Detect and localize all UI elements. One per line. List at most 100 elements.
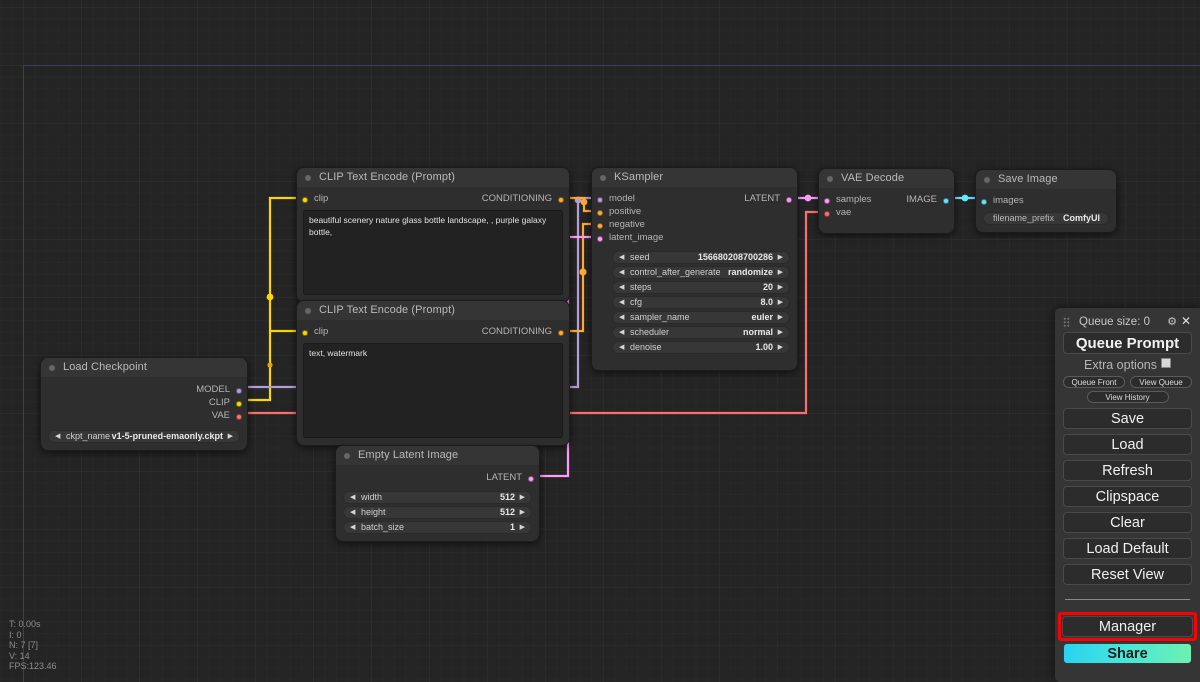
output-slot-image[interactable]: IMAGE xyxy=(906,193,954,206)
input-slot-positive[interactable]: positive xyxy=(592,205,797,218)
pin-latent[interactable] xyxy=(786,196,792,203)
view-queue-button[interactable]: View Queue xyxy=(1130,376,1192,388)
output-slot-vae[interactable]: VAE xyxy=(41,409,247,422)
pin-latent-image[interactable] xyxy=(597,235,603,242)
clipspace-button[interactable]: Clipspace xyxy=(1063,486,1192,507)
arrow-left-icon[interactable]: ◀ xyxy=(619,296,624,309)
load-button[interactable]: Load xyxy=(1063,434,1192,455)
widget-sampler-name[interactable]: ◀ sampler_name euler ▶ xyxy=(612,311,790,324)
share-button[interactable]: Share xyxy=(1063,643,1192,664)
pin-clip[interactable] xyxy=(236,400,242,407)
node-ksampler[interactable]: KSampler model LATENT positive negative … xyxy=(591,167,798,371)
arrow-left-icon[interactable]: ◀ xyxy=(350,506,355,519)
graph-canvas[interactable]: Load Checkpoint MODEL CLIP VAE ◀ ckpt_na… xyxy=(0,0,1200,682)
arrow-left-icon[interactable]: ◀ xyxy=(619,341,624,354)
widget-denoise[interactable]: ◀ denoise 1.00 ▶ xyxy=(612,341,790,354)
widget-cfg[interactable]: ◀ cfg 8.0 ▶ xyxy=(612,296,790,309)
arrow-left-icon[interactable]: ◀ xyxy=(350,521,355,534)
save-button[interactable]: Save xyxy=(1063,408,1192,429)
pin-vae[interactable] xyxy=(236,413,242,420)
input-slot-clip[interactable]: clip xyxy=(297,192,328,205)
arrow-left-icon[interactable]: ◀ xyxy=(619,266,624,279)
arrow-right-icon[interactable]: ▶ xyxy=(778,296,783,309)
output-slot-conditioning[interactable]: CONDITIONING xyxy=(482,325,569,338)
output-slot-latent[interactable]: LATENT xyxy=(336,471,539,484)
output-slot-conditioning[interactable]: CONDITIONING xyxy=(482,192,569,205)
arrow-left-icon[interactable]: ◀ xyxy=(619,311,624,324)
node-clip-text-encode-negative[interactable]: CLIP Text Encode (Prompt) clip CONDITION… xyxy=(296,300,570,446)
arrow-left-icon[interactable]: ◀ xyxy=(619,251,624,264)
node-title[interactable]: CLIP Text Encode (Prompt) xyxy=(297,301,569,320)
input-slot-negative[interactable]: negative xyxy=(592,218,797,231)
load-default-button[interactable]: Load Default xyxy=(1063,538,1192,559)
widget-width[interactable]: ◀ width 512 ▶ xyxy=(343,491,532,504)
arrow-left-icon[interactable]: ◀ xyxy=(350,491,355,504)
arrow-right-icon[interactable]: ▶ xyxy=(520,491,525,504)
widget-batch-size[interactable]: ◀ batch_size 1 ▶ xyxy=(343,521,532,534)
queue-panel-header[interactable]: Queue size: 0 ⚙ ✕ xyxy=(1063,314,1192,330)
arrow-right-icon[interactable]: ▶ xyxy=(778,266,783,279)
arrow-right-icon[interactable]: ▶ xyxy=(778,311,783,324)
node-load-checkpoint[interactable]: Load Checkpoint MODEL CLIP VAE ◀ ckpt_na… xyxy=(40,357,248,451)
prompt-textarea-positive[interactable]: beautiful scenery nature glass bottle la… xyxy=(303,210,563,295)
widget-height[interactable]: ◀ height 512 ▶ xyxy=(343,506,532,519)
clear-button[interactable]: Clear xyxy=(1063,512,1192,533)
collapse-dot-icon[interactable] xyxy=(600,175,606,181)
pin-vae[interactable] xyxy=(824,210,830,217)
arrow-right-icon[interactable]: ▶ xyxy=(778,281,783,294)
arrow-right-icon[interactable]: ▶ xyxy=(778,251,783,264)
view-history-button[interactable]: View History xyxy=(1086,391,1169,403)
node-save-image[interactable]: Save Image images filename_prefix ComfyU… xyxy=(975,169,1117,233)
output-slot-clip[interactable]: CLIP xyxy=(41,396,247,409)
queue-prompt-button[interactable]: Queue Prompt xyxy=(1063,332,1192,354)
node-title[interactable]: Empty Latent Image xyxy=(336,446,539,465)
collapse-dot-icon[interactable] xyxy=(344,453,350,459)
close-icon[interactable]: ✕ xyxy=(1181,314,1191,329)
pin-conditioning[interactable] xyxy=(558,196,564,203)
collapse-dot-icon[interactable] xyxy=(984,177,990,183)
arrow-right-icon[interactable]: ▶ xyxy=(778,326,783,339)
node-title[interactable]: Load Checkpoint xyxy=(41,358,247,377)
pin-negative[interactable] xyxy=(597,222,603,229)
queue-menu-panel[interactable]: Queue size: 0 ⚙ ✕ Queue Prompt Extra opt… xyxy=(1055,308,1200,682)
pin-model[interactable] xyxy=(597,196,603,203)
widget-ckpt-name[interactable]: ◀ ckpt_name v1-5-pruned-emaonly.ckpt ▶ xyxy=(48,430,240,443)
widget-filename-prefix[interactable]: filename_prefix ComfyUI xyxy=(983,212,1109,225)
pin-positive[interactable] xyxy=(597,209,603,216)
queue-front-button[interactable]: Queue Front xyxy=(1063,376,1125,388)
gear-icon[interactable]: ⚙ xyxy=(1167,315,1177,329)
output-slot-model[interactable]: MODEL xyxy=(41,383,247,396)
collapse-dot-icon[interactable] xyxy=(305,308,311,314)
pin-image[interactable] xyxy=(943,197,949,204)
collapse-dot-icon[interactable] xyxy=(305,175,311,181)
input-slot-samples[interactable]: samples xyxy=(819,193,871,206)
node-clip-text-encode-positive[interactable]: CLIP Text Encode (Prompt) clip CONDITION… xyxy=(296,167,570,303)
pin-clip[interactable] xyxy=(302,196,308,203)
widget-seed[interactable]: ◀ seed 156680208700286 ▶ xyxy=(612,251,790,264)
reset-view-button[interactable]: Reset View xyxy=(1063,564,1192,585)
widget-steps[interactable]: ◀ steps 20 ▶ xyxy=(612,281,790,294)
arrow-left-icon[interactable]: ◀ xyxy=(619,326,624,339)
arrow-left-icon[interactable]: ◀ xyxy=(619,281,624,294)
arrow-right-icon[interactable]: ▶ xyxy=(520,506,525,519)
prompt-textarea-negative[interactable]: text, watermark xyxy=(303,343,563,438)
pin-images[interactable] xyxy=(981,198,987,205)
arrow-right-icon[interactable]: ▶ xyxy=(228,430,233,443)
pin-conditioning[interactable] xyxy=(558,329,564,336)
node-title[interactable]: VAE Decode xyxy=(819,169,954,188)
refresh-button[interactable]: Refresh xyxy=(1063,460,1192,481)
widget-scheduler[interactable]: ◀ scheduler normal ▶ xyxy=(612,326,790,339)
input-slot-latent-image[interactable]: latent_image xyxy=(592,231,797,244)
pin-model[interactable] xyxy=(236,387,242,394)
arrow-right-icon[interactable]: ▶ xyxy=(778,341,783,354)
input-slot-images[interactable]: images xyxy=(976,194,1116,207)
pin-clip[interactable] xyxy=(302,329,308,336)
collapse-dot-icon[interactable] xyxy=(827,176,833,182)
manager-button[interactable]: Manager xyxy=(1062,616,1193,637)
pin-latent[interactable] xyxy=(528,475,534,482)
input-slot-clip[interactable]: clip xyxy=(297,325,328,338)
node-empty-latent-image[interactable]: Empty Latent Image LATENT ◀ width 512 ▶ … xyxy=(335,445,540,542)
arrow-left-icon[interactable]: ◀ xyxy=(55,430,60,443)
collapse-dot-icon[interactable] xyxy=(49,365,55,371)
widget-control-after-generate[interactable]: ◀ control_after_generate randomize ▶ xyxy=(612,266,790,279)
